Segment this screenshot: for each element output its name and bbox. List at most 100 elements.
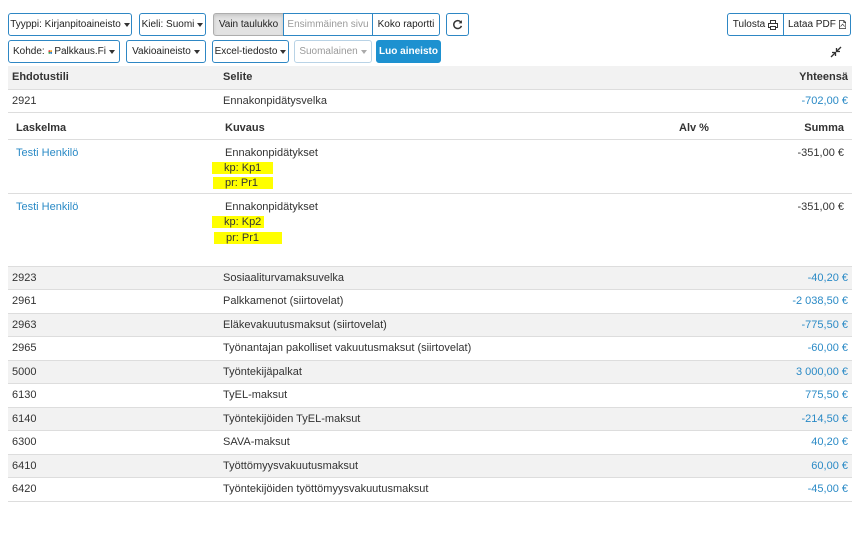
detail-row: Testi Henkilö Ennakonpidätykset kp: Kp2 … xyxy=(8,195,852,267)
view-full-report-button[interactable]: Koko raportti xyxy=(372,13,440,36)
caret-down-icon xyxy=(109,49,115,54)
header-account: Ehdotustili xyxy=(12,71,69,83)
target-value: Palkkaus.Fi xyxy=(54,46,106,57)
row-description: Sosiaaliturvamaksuvelka xyxy=(223,272,345,284)
download-pdf-label: Lataa PDF xyxy=(788,19,836,30)
table-row[interactable]: 5000 Työntekijäpalkat 3 000,00 € xyxy=(8,361,852,384)
detail-header-description: Kuvaus xyxy=(225,122,265,134)
printer-icon xyxy=(768,19,779,30)
excel-files-dropdown[interactable]: Excel-tiedosto xyxy=(212,40,289,63)
detail-sum: -351,00 € xyxy=(797,147,844,159)
caret-down-icon xyxy=(360,49,367,54)
standard-data-label: Vakioaineisto xyxy=(132,46,191,57)
row-description: SAVA-maksut xyxy=(223,436,290,448)
target-label: Kohde: xyxy=(13,46,45,57)
row-total[interactable]: -45,00 € xyxy=(808,483,848,495)
type-dropdown[interactable]: Tyyppi: Kirjanpitoaineisto xyxy=(8,13,132,36)
view-first-page-button[interactable]: Ensimmäinen sivu xyxy=(283,13,373,36)
row-description: Työntekijöiden työttömyysvakuutusmaksut xyxy=(223,483,429,495)
row-description: Työttömyysvakuutusmaksut xyxy=(223,460,359,472)
row-description: Työntekijäpalkat xyxy=(223,366,302,378)
refresh-button[interactable] xyxy=(446,13,469,36)
table-row[interactable]: 6410 Työttömyysvakuutusmaksut 60,00 € xyxy=(8,455,852,478)
language-dropdown[interactable]: Kieli: Suomi xyxy=(139,13,206,36)
detail-row: Testi Henkilö Ennakonpidätykset kp: Kp1 … xyxy=(8,141,852,194)
row-total[interactable]: -214,50 € xyxy=(802,413,848,425)
create-data-label: Luo aineisto xyxy=(379,46,438,57)
detail-header-vat: Alv % xyxy=(679,122,709,134)
refresh-icon xyxy=(453,19,463,30)
detail-header-calculation: Laskelma xyxy=(16,122,67,134)
target-dropdown[interactable]: Kohde: Palkkaus.Fi xyxy=(8,40,120,63)
standard-data-dropdown[interactable]: Vakioaineisto xyxy=(126,40,206,63)
row-description: Työnantajan pakolliset vakuutusmaksut (s… xyxy=(223,342,472,354)
table-row[interactable]: 2965 Työnantajan pakolliset vakuutusmaks… xyxy=(8,337,852,361)
detail-calculation-link[interactable]: Testi Henkilö xyxy=(16,201,78,213)
table-row[interactable]: 2963 Eläkevakuutusmaksut (siirtovelat) -… xyxy=(8,314,852,337)
row-account: 2965 xyxy=(12,342,37,354)
row-total[interactable]: -60,00 € xyxy=(808,342,848,354)
header-description: Selite xyxy=(223,71,253,83)
detail-header-sum: Summa xyxy=(804,122,844,134)
header-total: Yhteensä xyxy=(799,71,848,83)
row-account: 6420 xyxy=(12,483,37,495)
view-table-only-label: Vain taulukko xyxy=(218,19,279,30)
table-row[interactable]: 2923 Sosiaaliturvamaksuvelka -40,20 € xyxy=(8,267,852,290)
detail-kp-tag: kp: Kp1 xyxy=(212,162,273,174)
row-total[interactable]: 40,20 € xyxy=(811,436,848,448)
type-dropdown-label: Tyyppi: Kirjanpitoaineisto xyxy=(10,19,121,30)
language-dropdown-label: Kieli: Suomi xyxy=(141,19,195,30)
language-variant-dropdown[interactable]: Suomalainen xyxy=(294,40,372,63)
table-row[interactable]: 6140 Työntekijöiden TyEL-maksut -214,50 … xyxy=(8,408,852,431)
collapse-arrows-icon xyxy=(830,46,842,58)
caret-down-icon xyxy=(193,49,200,54)
row-account: 6130 xyxy=(12,389,37,401)
view-table-only-button[interactable]: Vain taulukko xyxy=(213,13,284,36)
row-account: 2961 xyxy=(12,295,37,307)
row-total[interactable]: -702,00 € xyxy=(802,95,848,107)
pdf-file-icon xyxy=(838,20,846,29)
row-description: TyEL-maksut xyxy=(223,389,288,401)
print-label: Tulosta xyxy=(732,19,766,30)
print-button[interactable]: Tulosta xyxy=(727,13,784,36)
download-pdf-button[interactable]: Lataa PDF xyxy=(783,13,851,36)
row-account: 6300 xyxy=(12,436,37,448)
detail-description: Ennakonpidätykset xyxy=(225,147,318,159)
table-header: Ehdotustili Selite Yhteensä xyxy=(8,66,852,90)
table-row[interactable]: 2921 Ennakonpidätysvelka -702,00 € xyxy=(8,90,852,113)
row-account: 5000 xyxy=(12,366,37,378)
row-description: Eläkevakuutusmaksut (siirtovelat) xyxy=(223,319,387,331)
row-total[interactable]: -2 038,50 € xyxy=(792,295,848,307)
create-data-button[interactable]: Luo aineisto xyxy=(376,40,441,63)
row-total[interactable]: -40,20 € xyxy=(808,272,848,284)
row-account: 2921 xyxy=(12,95,37,107)
detail-calculation-link[interactable]: Testi Henkilö xyxy=(16,147,78,159)
language-variant-label: Suomalainen xyxy=(299,46,358,57)
detail-pr-tag: pr: Pr1 xyxy=(213,177,273,189)
view-full-report-label: Koko raportti xyxy=(377,19,435,30)
detail-description: Ennakonpidätykset xyxy=(225,201,318,213)
row-total[interactable]: 60,00 € xyxy=(811,460,848,472)
row-account: 6410 xyxy=(12,460,37,472)
detail-sum: -351,00 € xyxy=(797,201,844,213)
row-description: Työntekijöiden TyEL-maksut xyxy=(223,413,361,425)
table-row[interactable]: 6420 Työntekijöiden työttömyysvakuutusma… xyxy=(8,478,852,502)
caret-down-icon xyxy=(280,49,287,54)
collapse-button[interactable] xyxy=(830,46,842,58)
caret-down-icon xyxy=(123,22,130,27)
table-row[interactable]: 2961 Palkkamenot (siirtovelat) -2 038,50… xyxy=(8,290,852,314)
detail-header: Laskelma Kuvaus Alv % Summa xyxy=(8,115,852,140)
row-description: Ennakonpidätysvelka xyxy=(223,95,327,107)
row-total[interactable]: -775,50 € xyxy=(802,319,848,331)
detail-kp-tag: kp: Kp2 xyxy=(212,216,264,228)
view-first-page-label: Ensimmäinen sivu xyxy=(287,19,369,30)
caret-down-icon xyxy=(197,22,204,27)
detail-pr-tag: pr: Pr1 xyxy=(214,232,282,244)
row-account: 2923 xyxy=(12,272,37,284)
row-total[interactable]: 3 000,00 € xyxy=(796,366,848,378)
row-description: Palkkamenot (siirtovelat) xyxy=(223,295,344,307)
row-account: 2963 xyxy=(12,319,37,331)
row-total[interactable]: 775,50 € xyxy=(805,389,848,401)
table-row[interactable]: 6300 SAVA-maksut 40,20 € xyxy=(8,431,852,455)
table-row[interactable]: 6130 TyEL-maksut 775,50 € xyxy=(8,384,852,408)
